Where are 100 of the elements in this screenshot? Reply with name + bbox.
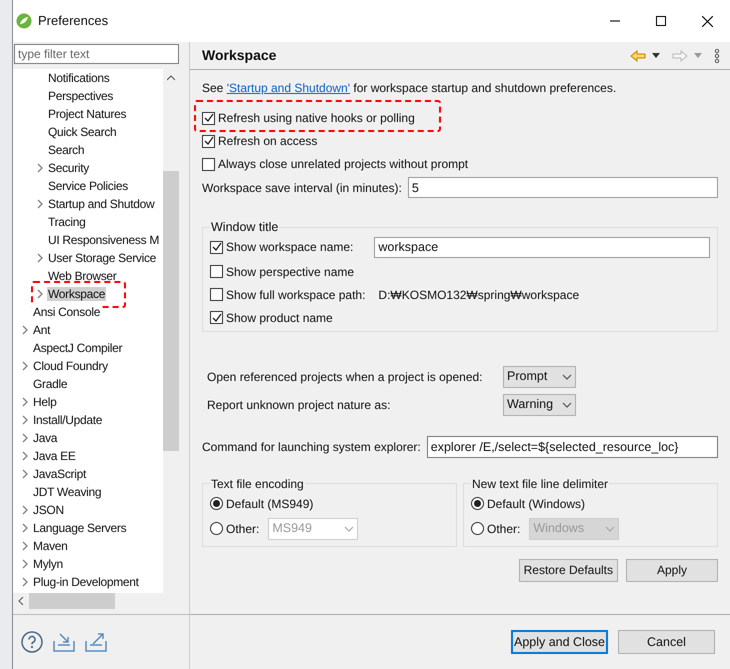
tree-item[interactable]: Language Servers <box>32 521 128 535</box>
tree-item[interactable]: Ansi Console <box>32 305 102 319</box>
checkmark-icon <box>212 312 222 323</box>
group-title: Window title <box>210 219 280 236</box>
caret-down-icon[interactable] <box>652 53 660 58</box>
explorer-command-field[interactable]: explorer /E,/select=${selected_resource_loc} <box>426 436 718 458</box>
radio-button[interactable] <box>471 497 484 510</box>
leaf-logo-icon <box>16 13 32 29</box>
tree-item[interactable]: AspectJ Compiler <box>32 341 124 355</box>
page-button[interactable]: Restore Defaults <box>518 558 618 582</box>
back-arrow-icon[interactable] <box>630 50 646 62</box>
workspace-path: D:₩KOSMO132₩spring₩workspace <box>378 286 580 304</box>
chevron-right-icon[interactable] <box>36 289 44 299</box>
checkmark-icon <box>212 242 222 252</box>
option-label: Other: <box>487 520 520 538</box>
group-title: New text file line delimiter <box>471 476 610 493</box>
import-icon[interactable] <box>53 632 75 652</box>
tree-item[interactable]: User Storage Service <box>47 251 158 265</box>
radio-button[interactable] <box>471 522 484 536</box>
tree-item[interactable]: Startup and Shutdow <box>47 197 156 211</box>
tree-item[interactable]: Search <box>47 143 86 157</box>
save-interval-label: Workspace save interval (in minutes): <box>202 180 402 196</box>
radio-button[interactable] <box>210 497 223 510</box>
startup-shutdown-link[interactable]: 'Startup and Shutdown' <box>226 81 350 95</box>
tree-item[interactable]: Gradle <box>32 377 68 391</box>
checkbox[interactable] <box>202 134 215 148</box>
tree-item[interactable]: Maven <box>32 539 69 553</box>
option-label: Show workspace name: <box>226 239 354 256</box>
maximize-icon <box>656 16 666 26</box>
window-title: Preferences <box>38 12 108 30</box>
checkbox[interactable] <box>210 311 223 324</box>
group-title: Text file encoding <box>210 476 305 493</box>
close-icon <box>702 16 712 26</box>
checkbox[interactable] <box>202 112 215 124</box>
dropdown[interactable]: Warning <box>503 394 576 416</box>
tree-item[interactable]: UI Responsiveness M <box>47 233 160 247</box>
scroll-up-icon[interactable] <box>167 75 175 81</box>
caret-down-icon <box>562 402 572 408</box>
option-label: Refresh on access <box>218 133 318 150</box>
save-interval-field[interactable]: 5 <box>408 177 718 198</box>
tree-item[interactable]: Cloud Foundry <box>32 359 109 373</box>
option-label: Default (Windows) <box>487 496 586 513</box>
tree-item[interactable]: Java <box>32 431 58 445</box>
scroll-left-icon[interactable] <box>18 597 24 605</box>
tree-item[interactable]: Java EE <box>32 449 77 463</box>
chevron-right-icon[interactable] <box>36 253 44 263</box>
tree-item[interactable]: Workspace <box>47 287 106 301</box>
workspace-name-field[interactable]: workspace <box>374 236 710 258</box>
tree-item[interactable]: Plug-in Development <box>32 575 140 589</box>
option-label: Always close unrelated projects without prompt <box>218 156 468 173</box>
more-options-icon[interactable] <box>714 48 720 62</box>
tree-item[interactable]: JDT Weaving <box>32 485 102 499</box>
filter-field[interactable]: type filter text <box>14 44 179 64</box>
option-label: Other: <box>226 520 260 538</box>
option-label: Refresh using native hooks or polling <box>218 110 415 127</box>
chevron-right-icon[interactable] <box>36 199 44 209</box>
tree-item[interactable]: Security <box>47 161 90 175</box>
checkbox[interactable] <box>210 265 223 278</box>
tree-item[interactable]: Project Natures <box>47 107 128 121</box>
tree-item[interactable]: JavaScript <box>32 467 88 481</box>
tree-item[interactable]: Install/Update <box>32 413 104 427</box>
tree-item[interactable]: Help <box>32 395 58 409</box>
intro-text: See 'Startup and Shutdown' for workspace startup and shutdown preferences. <box>202 80 618 97</box>
checkmark-icon <box>204 113 214 123</box>
option-label: Show product name <box>226 310 333 327</box>
tree-item[interactable]: Notifications <box>47 71 110 85</box>
chevron-right-icon[interactable] <box>36 163 44 173</box>
checkbox[interactable] <box>210 288 223 302</box>
explorer-command-label: Command for launching system explorer: <box>202 438 421 456</box>
checkbox[interactable] <box>202 158 215 170</box>
option-label: Show perspective name <box>226 264 354 281</box>
chevron-right-icon[interactable] <box>21 361 29 371</box>
tree-item[interactable]: Quick Search <box>47 125 118 139</box>
tree-item[interactable]: JSON <box>32 503 65 517</box>
option-label: Default (MS949) <box>226 496 314 513</box>
dropdown[interactable]: Prompt <box>503 366 576 388</box>
tree-item[interactable]: Service Policies <box>47 179 129 193</box>
tree-item[interactable]: Perspectives <box>47 89 114 103</box>
dialog-button[interactable]: Apply and Close <box>511 630 608 654</box>
select-label: Report unknown project nature as: <box>207 396 392 414</box>
option-label: Show full workspace path: <box>226 286 366 304</box>
chevron-right-icon[interactable] <box>21 325 29 335</box>
caret-down-icon <box>344 526 354 532</box>
page-title: Workspace <box>202 46 276 65</box>
checkbox[interactable] <box>210 240 223 254</box>
checkmark-icon <box>204 136 214 146</box>
caret-down-icon <box>605 526 616 532</box>
minimize-icon <box>610 20 620 22</box>
tree-item[interactable]: Tracing <box>47 215 86 229</box>
page-button[interactable]: Apply <box>626 558 718 582</box>
dialog-button[interactable]: Cancel <box>618 630 715 654</box>
select-label: Open referenced projects when a project is opened: <box>207 368 484 386</box>
export-icon[interactable] <box>85 632 107 652</box>
tree-item[interactable]: Mylyn <box>32 557 64 571</box>
caret-down-icon <box>562 374 572 380</box>
horizontal-scrollbar[interactable] <box>13 593 163 609</box>
radio-button[interactable] <box>210 522 223 536</box>
help-icon[interactable] <box>21 631 43 653</box>
tree-item[interactable]: Ant <box>32 323 52 337</box>
tree-item[interactable]: Web Browser <box>47 269 118 283</box>
